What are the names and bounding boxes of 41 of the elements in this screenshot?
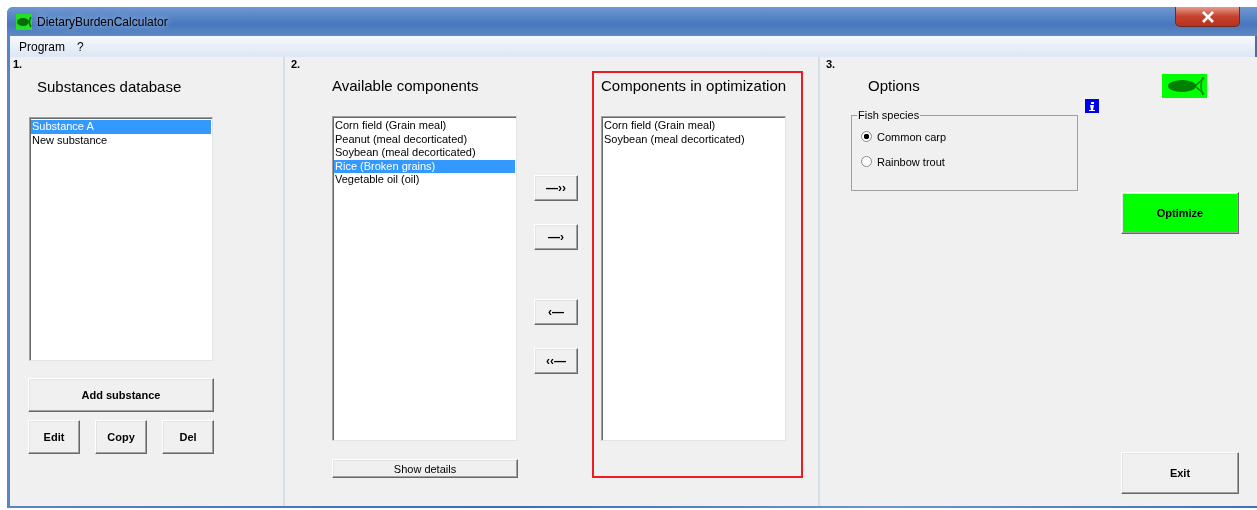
transfer-button[interactable]: —›› [534,175,578,201]
transfer-button[interactable]: ‹— [534,299,578,325]
fish-icon [16,13,32,30]
info-icon[interactable] [1085,99,1099,113]
section-heading: Substances database [37,78,182,96]
action-button[interactable]: Edit [28,420,80,454]
group-label: Fish species [857,109,921,121]
list-item[interactable]: Soybean (meal decorticated) [334,146,515,160]
action-button[interactable]: Del [162,420,214,454]
radio-button[interactable] [861,131,872,142]
radio-label[interactable]: Rainbow trout [877,155,945,168]
menu-item[interactable]: ? [77,39,84,54]
section-heading: Components in optimization [601,77,788,95]
step-number: 2. [291,58,301,71]
step-number: 3. [826,58,836,71]
exit-button[interactable]: Exit [1121,452,1239,494]
step-number: 1. [13,58,23,71]
list-item[interactable]: Peanut (meal decorticated) [334,132,515,146]
radio-button[interactable] [861,156,872,167]
list-item[interactable]: Soybean (meal decorticated) [603,132,784,146]
close-icon [1200,10,1215,23]
action-button[interactable]: Copy [95,420,147,454]
list-item[interactable]: Corn field (Grain meal) [603,119,784,133]
available-components-list[interactable]: Corn field (Grain meal) Peanut (meal decorticated) Soybean (meal decorticated) Rice (Broken grains) Vegetable oil (oil) [332,116,517,441]
section-heading: Options [868,77,920,95]
optimize-button[interactable]: Optimize [1121,192,1239,234]
menu-item[interactable]: Program [19,39,65,54]
list-item[interactable]: Corn field (Grain meal) [334,119,515,133]
optimization-components-list[interactable]: Corn field (Grain meal) Soybean (meal decorticated) [601,116,786,441]
close-button[interactable] [1175,7,1240,27]
list-item[interactable]: Vegetable oil (oil) [334,173,515,187]
transfer-button[interactable]: ‹‹— [534,348,578,374]
list-item[interactable]: New substance [31,133,211,147]
section-heading: Available components [332,77,479,95]
show-details-button[interactable]: Show details [332,459,518,478]
transfer-button[interactable]: —› [534,224,578,250]
radio-label[interactable]: Common carp [877,130,947,143]
window-title: DietaryBurdenCalculator [37,14,168,29]
fish-icon [1162,74,1207,98]
substances-list[interactable]: Substance A New substance [29,117,213,361]
add-substance-button[interactable]: Add substance [28,378,214,412]
